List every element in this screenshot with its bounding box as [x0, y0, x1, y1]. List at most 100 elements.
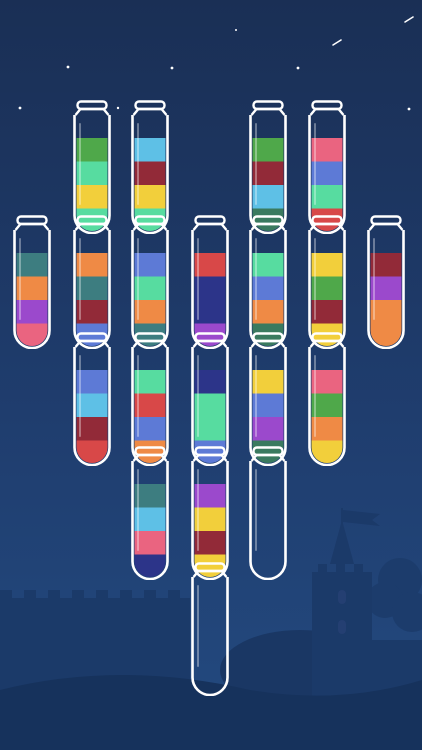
tube-graphic: [249, 215, 287, 349]
liquid-layer-mint: [194, 417, 226, 442]
liquid-layer-yellow: [311, 253, 343, 278]
tube-graphic: [308, 100, 346, 234]
test-tube[interactable]: [130, 446, 170, 580]
test-tube[interactable]: [72, 100, 112, 234]
liquid-layer-blue: [76, 370, 108, 395]
liquid-layer-maroon: [76, 300, 108, 325]
tube-graphic: [191, 215, 229, 349]
tube-rim: [311, 215, 343, 226]
liquid-layer-yellow: [134, 185, 166, 210]
liquid-layer-maroon: [311, 300, 343, 325]
tube-graphic: [131, 100, 169, 234]
test-tube[interactable]: [248, 215, 288, 349]
liquid-layer-blue: [311, 161, 343, 186]
test-tube[interactable]: [190, 215, 230, 349]
tube-rim: [134, 446, 166, 457]
liquid-layer-yellow: [76, 185, 108, 210]
test-tube[interactable]: [130, 215, 170, 349]
tube-graphic: [73, 332, 111, 466]
liquid-layer-sky: [134, 507, 166, 532]
tube-rim: [194, 215, 226, 226]
liquid-layer-sky: [252, 185, 284, 210]
tube-rim: [311, 332, 343, 343]
tube-graphic: [191, 446, 229, 580]
tube-rim: [134, 215, 166, 226]
liquid-layer-navy: [194, 300, 226, 325]
liquid-layer-mint: [76, 161, 108, 186]
tube-graphic: [73, 215, 111, 349]
tube-graphic: [308, 332, 346, 466]
test-tube[interactable]: [307, 215, 347, 349]
tube-graphic: [308, 215, 346, 349]
liquid-layer-blue: [252, 393, 284, 418]
liquid-layer-red: [134, 393, 166, 418]
liquid-layer-purple: [370, 276, 402, 301]
tube-rim: [194, 446, 226, 457]
liquid-layer-orange: [311, 417, 343, 442]
tube-graphic: [367, 215, 405, 349]
tube-graphic: [73, 100, 111, 234]
tube-rim: [76, 100, 108, 111]
liquid-layer-sky: [76, 393, 108, 418]
tube-rim: [311, 100, 343, 111]
liquid-layer-pink: [16, 323, 48, 346]
liquid-layer-teal: [76, 276, 108, 301]
tube-rim: [76, 332, 108, 343]
tube-rim: [134, 332, 166, 343]
liquid-layer-pink: [311, 370, 343, 395]
test-tube[interactable]: [190, 446, 230, 580]
test-tube[interactable]: [366, 215, 406, 349]
liquid-layer-orange: [16, 276, 48, 301]
liquid-layer-mint: [252, 253, 284, 278]
tubes-board: [0, 0, 422, 750]
test-tube[interactable]: [248, 446, 288, 580]
test-tube[interactable]: [72, 215, 112, 349]
tube-graphic: [249, 446, 287, 580]
liquid-layer-mint: [194, 393, 226, 418]
liquid-layer-blue: [134, 417, 166, 442]
liquid-layer-orange: [370, 323, 402, 346]
liquid-layer-orange: [252, 300, 284, 325]
liquid-layer-yellow: [252, 370, 284, 395]
liquid-layer-teal: [16, 253, 48, 278]
liquid-layer-green: [76, 138, 108, 163]
test-tube[interactable]: [12, 215, 52, 349]
liquid-layer-navy: [134, 554, 166, 577]
liquid-layer-navy: [194, 276, 226, 301]
liquid-layer-blue: [252, 276, 284, 301]
liquid-layer-mint: [134, 276, 166, 301]
test-tube[interactable]: [307, 100, 347, 234]
tube-graphic: [13, 215, 51, 349]
liquid-layer-orange: [370, 300, 402, 325]
tube-rim: [194, 562, 226, 573]
test-tube[interactable]: [130, 100, 170, 234]
liquid-layer-red: [76, 440, 108, 463]
liquid-layer-mint: [311, 185, 343, 210]
liquid-layer-mint: [134, 370, 166, 395]
liquid-layer-pink: [311, 138, 343, 163]
liquid-layer-maroon: [252, 161, 284, 186]
test-tube[interactable]: [72, 332, 112, 466]
tube-rim: [370, 215, 402, 226]
test-tube[interactable]: [248, 100, 288, 234]
liquid-layer-maroon: [194, 531, 226, 556]
liquid-layer-purple: [252, 417, 284, 442]
test-tube[interactable]: [307, 332, 347, 466]
tube-rim: [252, 100, 284, 111]
tube-rim: [76, 215, 108, 226]
tube-graphic: [191, 562, 229, 696]
test-tube[interactable]: [190, 562, 230, 696]
tube-rim: [252, 446, 284, 457]
liquid-layer-teal: [134, 484, 166, 509]
liquid-layer-red: [194, 253, 226, 278]
liquid-layer-navy: [194, 370, 226, 395]
liquid-layer-orange: [134, 300, 166, 325]
liquid-layer-green: [252, 138, 284, 163]
tube-graphic: [249, 100, 287, 234]
tube-rim: [252, 332, 284, 343]
tube-rim: [134, 100, 166, 111]
liquid-layer-purple: [16, 300, 48, 325]
liquid-layer-green: [311, 276, 343, 301]
tube-graphic: [131, 446, 169, 580]
liquid-layer-yellow: [194, 507, 226, 532]
